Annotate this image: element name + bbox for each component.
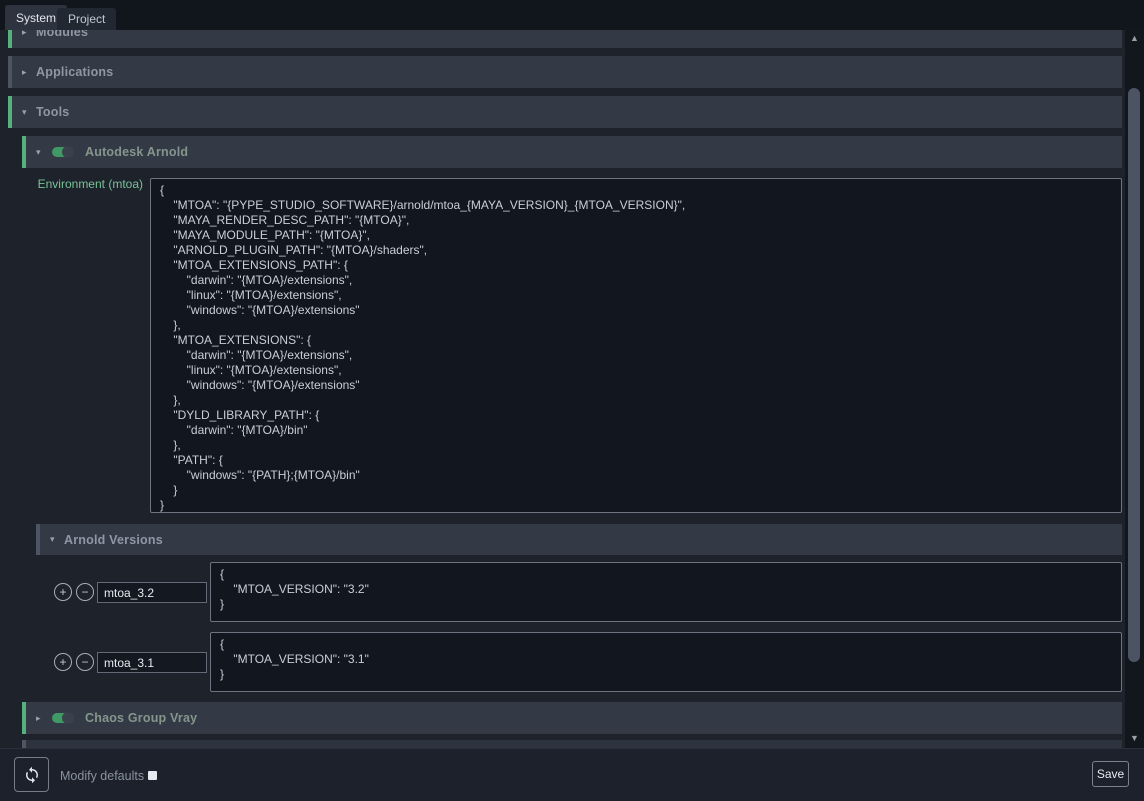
clipped-next-section [22, 740, 1122, 748]
tab-project[interactable]: Project [57, 8, 116, 30]
group-title: Chaos Group Vray [85, 711, 197, 725]
triangle-right-icon[interactable]: ▸ [22, 67, 36, 78]
modify-defaults-label: Modify defaults [60, 749, 144, 801]
triangle-down-icon[interactable]: ▾ [22, 107, 36, 118]
settings-scroll-area: ▸ Modules ▸ Applications ▾ Tools ▾ Autod… [0, 30, 1125, 748]
version-json-editor[interactable]: { "MTOA_VERSION": "3.2" } [210, 562, 1122, 622]
footer-bar: Modify defaults Save [0, 748, 1144, 801]
remove-version-button[interactable]: − [76, 583, 94, 601]
triangle-down-icon[interactable]: ▾ [50, 534, 64, 545]
settings-window: System Project ▸ Modules ▸ Applications … [0, 0, 1144, 801]
triangle-right-icon[interactable]: ▸ [36, 713, 50, 724]
section-title: Applications [36, 65, 113, 79]
group-header-chaos-group-vray[interactable]: ▸ Chaos Group Vray [22, 702, 1122, 734]
modify-defaults-checkbox[interactable] [148, 771, 157, 780]
section-title: Arnold Versions [64, 533, 163, 547]
version-name-input[interactable] [97, 582, 207, 603]
enabled-toggle-icon[interactable] [52, 713, 73, 723]
tab-bar: System Project [0, 0, 1144, 30]
scroll-up-icon[interactable]: ▲ [1125, 30, 1144, 46]
group-title: Autodesk Arnold [85, 145, 188, 159]
version-name-input[interactable] [97, 652, 207, 673]
version-json-editor[interactable]: { "MTOA_VERSION": "3.1" } [210, 632, 1122, 692]
scrollbar-thumb[interactable] [1128, 88, 1140, 662]
enabled-toggle-icon[interactable] [52, 147, 73, 157]
section-header-modules[interactable]: ▸ Modules [8, 30, 1122, 48]
vertical-scrollbar[interactable]: ▲ ▼ [1125, 30, 1144, 748]
section-header-arnold-versions[interactable]: ▾ Arnold Versions [36, 524, 1122, 555]
save-button[interactable]: Save [1092, 761, 1129, 787]
add-version-button[interactable]: + [54, 583, 72, 601]
remove-version-button[interactable]: − [76, 653, 94, 671]
scroll-down-icon[interactable]: ▼ [1125, 730, 1144, 746]
section-header-tools[interactable]: ▾ Tools [8, 96, 1122, 128]
refresh-button[interactable] [14, 757, 49, 792]
section-header-applications[interactable]: ▸ Applications [8, 56, 1122, 88]
add-version-button[interactable]: + [54, 653, 72, 671]
section-title: Tools [36, 105, 69, 119]
environment-mtoa-json-editor[interactable]: { "MTOA": "{PYPE_STUDIO_SOFTWARE}/arnold… [150, 178, 1122, 513]
refresh-icon [23, 766, 41, 784]
group-header-autodesk-arnold[interactable]: ▾ Autodesk Arnold [22, 136, 1122, 168]
triangle-right-icon[interactable]: ▸ [22, 30, 36, 38]
environment-mtoa-label: Environment (mtoa) [0, 177, 143, 191]
triangle-down-icon[interactable]: ▾ [36, 147, 50, 158]
section-title: Modules [36, 30, 88, 39]
